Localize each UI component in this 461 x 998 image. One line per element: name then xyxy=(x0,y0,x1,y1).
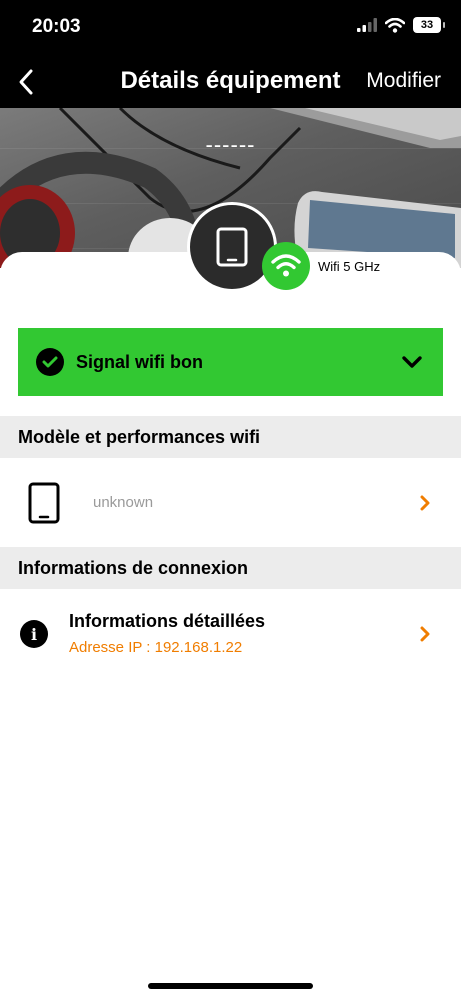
section-header-model: Modèle et performances wifi xyxy=(0,416,461,458)
section-title-connection: Informations de connexion xyxy=(18,557,249,578)
back-button[interactable] xyxy=(8,64,44,100)
status-icons: 33 xyxy=(357,17,445,33)
nav-bar: Détails équipement Modifier xyxy=(0,56,461,108)
device-name: ------ xyxy=(205,132,256,157)
device-avatar xyxy=(187,202,277,292)
connection-details-title: Informations détaillées xyxy=(69,611,266,631)
model-row[interactable]: unknown xyxy=(0,458,461,548)
chevron-left-icon xyxy=(19,69,33,95)
battery-level: 33 xyxy=(420,19,434,31)
tablet-icon xyxy=(28,482,60,524)
model-value: unknown xyxy=(93,494,154,511)
tablet-icon xyxy=(216,227,248,267)
battery-indicator: 33 xyxy=(413,17,445,33)
edit-button[interactable]: Modifier xyxy=(366,69,441,93)
connection-details-row[interactable]: i Informations détaillées Adresse IP : 1… xyxy=(0,590,461,678)
wifi-band-label: Wifi 5 GHz xyxy=(318,259,381,274)
ip-address: Adresse IP : 192.168.1.22 xyxy=(69,639,243,656)
status-bar: 20:03 33 xyxy=(0,0,461,56)
check-circle-icon xyxy=(36,348,64,376)
wifi-icon xyxy=(271,254,301,277)
chevron-right-icon xyxy=(419,494,431,512)
wifi-status-icon xyxy=(385,17,405,33)
signal-status-banner[interactable]: Signal wifi bon xyxy=(18,328,443,396)
wifi-badge xyxy=(262,242,310,290)
chevron-down-icon xyxy=(401,355,423,369)
section-title-model: Modèle et performances wifi xyxy=(18,426,261,447)
home-indicator[interactable] xyxy=(148,983,313,989)
cellular-signal-icon xyxy=(357,18,377,32)
section-header-connection: Informations de connexion xyxy=(0,547,461,589)
info-icon: i xyxy=(20,620,48,648)
status-time: 20:03 xyxy=(32,16,81,37)
chevron-right-icon xyxy=(419,625,431,643)
signal-status-label: Signal wifi bon xyxy=(76,351,203,372)
